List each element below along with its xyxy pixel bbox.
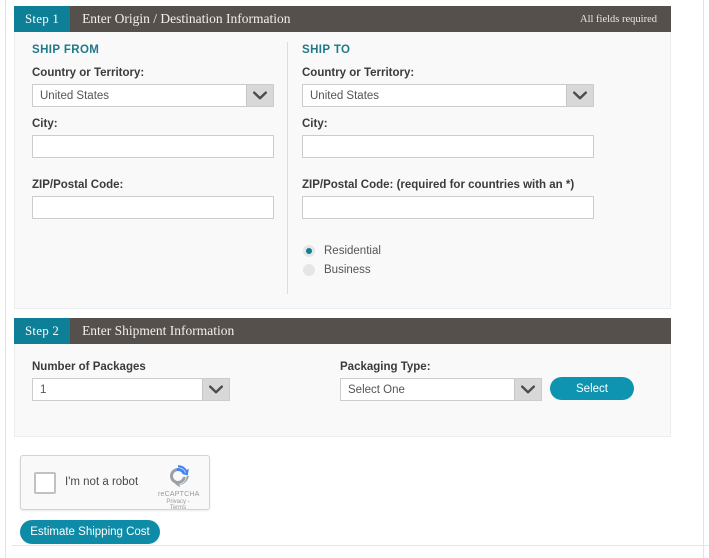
recaptcha-widget[interactable]: I'm not a robot reCAPTCHA Privacy - Term… xyxy=(20,455,210,511)
shipping-calculator-page: Step 1 Enter Origin / Destination Inform… xyxy=(5,0,709,558)
ship-to-zip-input[interactable] xyxy=(302,196,594,219)
recaptcha-privacy-terms[interactable]: Privacy - Terms xyxy=(158,499,198,511)
address-type-residential-option[interactable]: Residential xyxy=(303,245,381,257)
ship-to-heading: SHIP TO xyxy=(302,44,351,56)
ship-from-country-value: United States xyxy=(40,89,110,102)
step2-title: Enter Shipment Information xyxy=(82,323,235,338)
ship-from-city-input[interactable] xyxy=(32,135,274,158)
select-packaging-button[interactable]: Select xyxy=(550,377,634,400)
ship-to-city-label: City: xyxy=(302,118,328,130)
recaptcha-checkbox[interactable] xyxy=(34,472,56,494)
step2-panel: Number of Packages 1 Packaging Type: Sel… xyxy=(14,344,671,437)
step1-panel: SHIP FROM Country or Territory: United S… xyxy=(14,32,671,309)
ship-from-zip-label: ZIP/Postal Code: xyxy=(32,179,124,191)
recaptcha-brand-text: reCAPTCHA xyxy=(158,491,200,498)
ship-to-country-select[interactable]: United States xyxy=(302,84,594,107)
number-of-packages-value: 1 xyxy=(40,383,47,396)
ship-to-city-input[interactable] xyxy=(302,135,594,158)
number-of-packages-label: Number of Packages xyxy=(32,361,146,373)
packaging-type-value: Select One xyxy=(348,383,405,396)
address-type-residential-label: Residential xyxy=(324,245,381,257)
bottom-divider xyxy=(12,545,709,546)
ship-to-country-value: United States xyxy=(310,89,380,102)
ship-from-country-select[interactable]: United States xyxy=(32,84,274,107)
step1-badge: Step 1 xyxy=(14,6,71,32)
step1-title: Enter Origin / Destination Information xyxy=(82,11,291,26)
ship-to-zip-label: ZIP/Postal Code: (required for countries… xyxy=(302,179,575,191)
chevron-down-icon xyxy=(514,379,541,400)
number-of-packages-select[interactable]: 1 xyxy=(32,378,230,401)
packaging-type-label: Packaging Type: xyxy=(340,361,431,373)
radio-business-icon xyxy=(303,264,315,276)
ship-to-country-label: Country or Territory: xyxy=(302,67,415,79)
ship-from-heading: SHIP FROM xyxy=(32,44,100,56)
chevron-down-icon xyxy=(202,379,229,400)
packaging-type-select[interactable]: Select One xyxy=(340,378,542,401)
estimate-shipping-cost-button[interactable]: Estimate Shipping Cost xyxy=(20,520,160,544)
ship-from-country-label: Country or Territory: xyxy=(32,67,145,79)
ship-from-city-label: City: xyxy=(32,118,58,130)
address-type-business-label: Business xyxy=(324,264,371,276)
column-divider xyxy=(287,42,288,294)
recaptcha-branding: reCAPTCHA Privacy - Terms xyxy=(158,463,200,511)
step1-header: Step 1 Enter Origin / Destination Inform… xyxy=(14,6,671,32)
recaptcha-logo-icon xyxy=(170,465,189,488)
address-type-business-option[interactable]: Business xyxy=(303,264,371,276)
recaptcha-label: I'm not a robot xyxy=(65,476,139,488)
step2-badge: Step 2 xyxy=(14,318,71,344)
ship-from-zip-input[interactable] xyxy=(32,196,274,219)
chevron-down-icon xyxy=(566,85,593,106)
radio-residential-icon xyxy=(303,245,315,257)
step2-header: Step 2 Enter Shipment Information xyxy=(14,318,671,344)
chevron-down-icon xyxy=(246,85,273,106)
all-fields-required-note: All fields required xyxy=(580,13,657,25)
